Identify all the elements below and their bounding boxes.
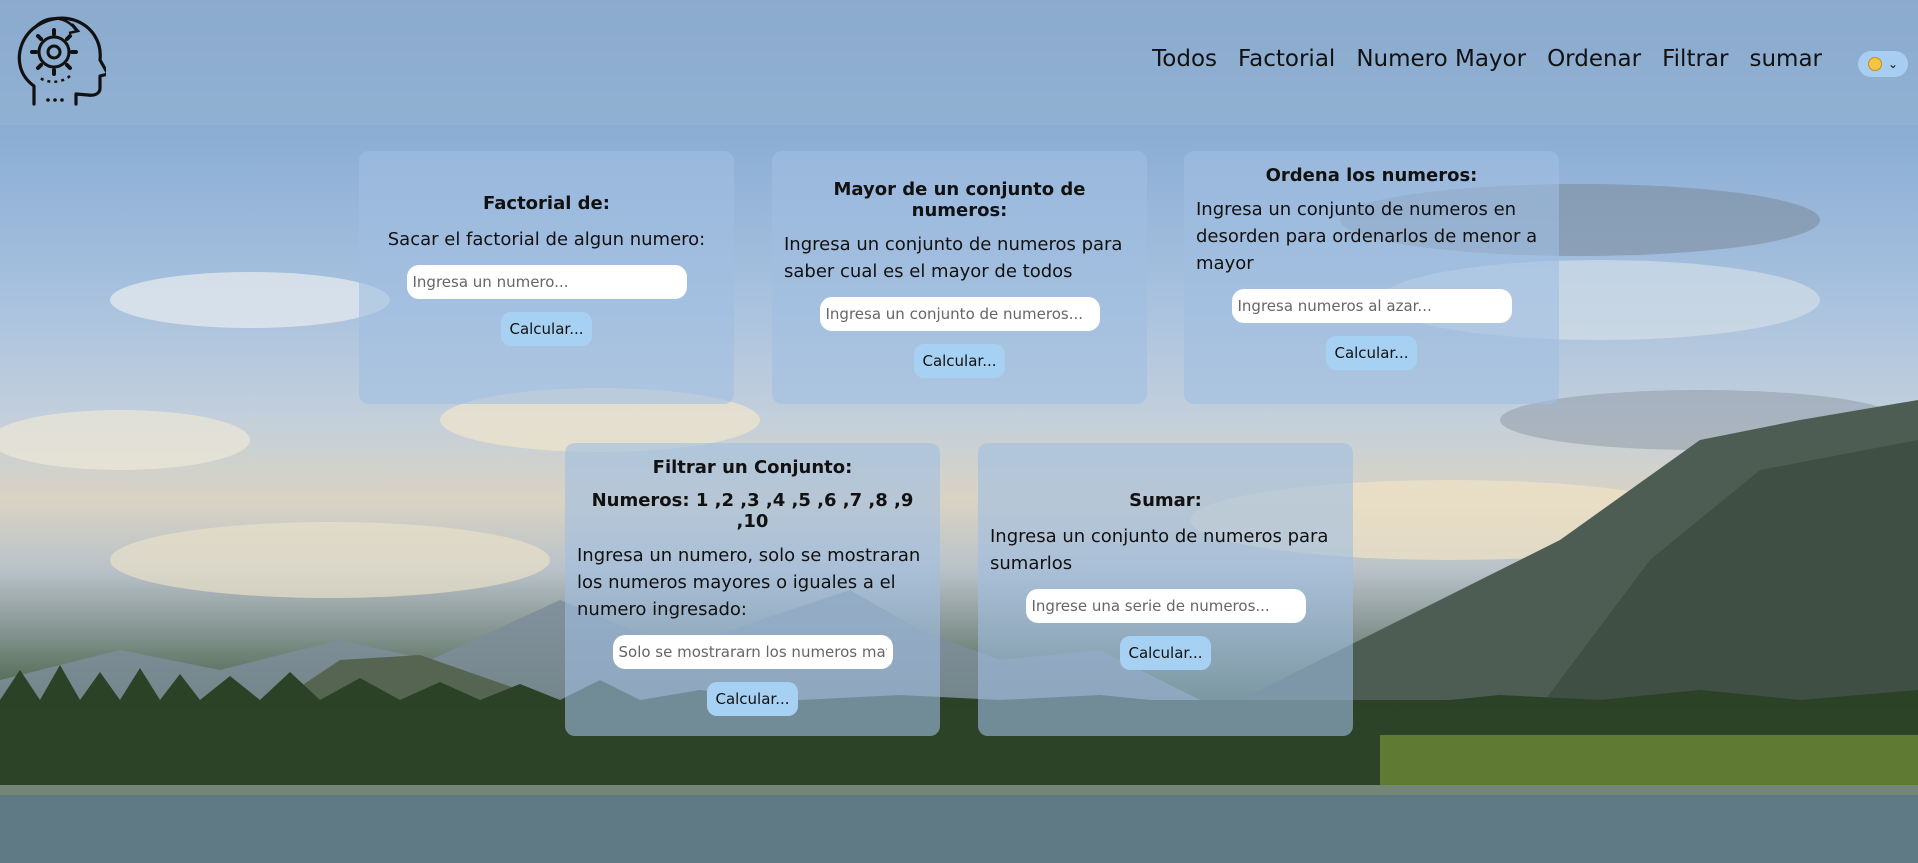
nav-filtrar[interactable]: Filtrar	[1662, 46, 1728, 72]
nav-factorial[interactable]: Factorial	[1238, 46, 1335, 72]
sumar-input[interactable]	[1025, 589, 1306, 623]
card-description: Ingresa un conjunto de numeros en desord…	[1196, 199, 1538, 274]
theme-toggle-button[interactable]: ⌄	[1858, 51, 1908, 77]
navbar: Todos Factorial Numero Mayor Ordenar Fil…	[0, 0, 1918, 125]
card-description: Ingresa un conjunto de numeros para sabe…	[784, 234, 1123, 282]
numbers-list: Numeros: 1 ,2 ,3 ,4 ,5 ,6 ,7 ,8 ,9 ,10	[591, 490, 914, 532]
main-nav: Todos Factorial Numero Mayor Ordenar Fil…	[1152, 46, 1822, 72]
chevron-down-icon: ⌄	[1887, 57, 1899, 71]
sun-icon	[1867, 57, 1882, 71]
nav-numero-mayor[interactable]: Numero Mayor	[1356, 46, 1526, 72]
filtrar-calculate-button[interactable]: Calcular...	[707, 682, 798, 716]
background-landscape	[0, 0, 1918, 863]
card-title: Filtrar un Conjunto:	[652, 457, 853, 478]
card-title: Factorial de:	[483, 193, 610, 214]
card-title: Ordena los numeros:	[1265, 165, 1478, 186]
card-title: Mayor de un conjunto de numeros:	[833, 179, 1086, 221]
card-ordena: Ordena los numeros: Ingresa un conjunto …	[1184, 151, 1559, 404]
ordena-input[interactable]	[1231, 289, 1512, 323]
mayor-input[interactable]	[819, 297, 1100, 331]
nav-todos[interactable]: Todos	[1152, 46, 1217, 72]
nav-sumar[interactable]: sumar	[1749, 46, 1822, 72]
ordena-calculate-button[interactable]: Calcular...	[1326, 336, 1417, 370]
filtrar-input[interactable]	[612, 635, 893, 669]
factorial-input[interactable]	[406, 265, 687, 299]
card-description: Ingresa un conjunto de numeros para suma…	[990, 526, 1329, 574]
card-sumar: Sumar: Ingresa un conjunto de numeros pa…	[978, 443, 1353, 736]
card-description: Sacar el factorial de algun numero:	[387, 229, 706, 250]
nav-ordenar[interactable]: Ordenar	[1547, 46, 1641, 72]
sumar-calculate-button[interactable]: Calcular...	[1120, 636, 1211, 670]
card-title: Sumar:	[1129, 490, 1202, 511]
card-factorial: Factorial de: Sacar el factorial de algu…	[359, 151, 734, 404]
card-filtrar: Filtrar un Conjunto: Numeros: 1 ,2 ,3 ,4…	[565, 443, 940, 736]
card-description: Ingresa un numero, solo se mostraran los…	[577, 545, 921, 620]
factorial-calculate-button[interactable]: Calcular...	[501, 312, 592, 346]
brain-gear-logo-icon[interactable]	[14, 14, 110, 110]
mayor-calculate-button[interactable]: Calcular...	[914, 344, 1005, 378]
card-mayor: Mayor de un conjunto de numeros: Ingresa…	[772, 151, 1147, 404]
